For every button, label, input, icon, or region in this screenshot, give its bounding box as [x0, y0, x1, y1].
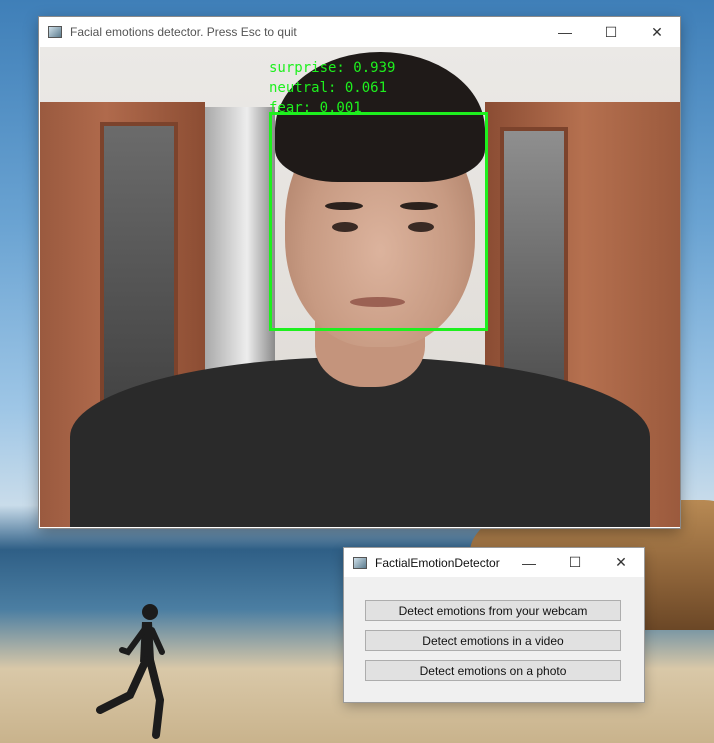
close-button[interactable]: ✕: [634, 17, 680, 47]
maximize-button[interactable]: ☐: [588, 17, 634, 47]
maximize-button[interactable]: ☐: [552, 548, 598, 577]
webcam-feed: surprise: 0.939 neutral: 0.061 fear: 0.0…: [40, 47, 680, 527]
dialog-titlebar[interactable]: FactialEmotionDetector — ☐ ✕: [344, 548, 644, 577]
wallpaper-runner: [96, 604, 165, 739]
emotion-label: neutral: 0.061: [269, 80, 388, 96]
dialog-title: FactialEmotionDetector: [375, 555, 500, 570]
app-icon: [353, 556, 367, 569]
app-icon: [48, 26, 62, 38]
camera-window-title: Facial emotions detector. Press Esc to q…: [70, 25, 297, 39]
detect-video-button[interactable]: Detect emotions in a video: [365, 630, 621, 651]
detector-dialog: FactialEmotionDetector — ☐ ✕ Detect emot…: [344, 548, 644, 702]
face-detection-box: [269, 112, 488, 331]
emotion-label: surprise: 0.939: [269, 60, 396, 76]
detect-photo-button[interactable]: Detect emotions on a photo: [365, 660, 621, 681]
camera-window-titlebar[interactable]: Facial emotions detector. Press Esc to q…: [39, 17, 680, 47]
emotion-labels: surprise: 0.939 neutral: 0.061 fear: 0.0…: [269, 58, 395, 118]
detect-webcam-button[interactable]: Detect emotions from your webcam: [365, 600, 621, 621]
minimize-button[interactable]: —: [542, 17, 588, 47]
camera-window: Facial emotions detector. Press Esc to q…: [39, 17, 680, 528]
close-button[interactable]: ✕: [598, 548, 644, 577]
minimize-button[interactable]: —: [506, 548, 552, 577]
emotion-label: fear: 0.001: [269, 100, 362, 116]
